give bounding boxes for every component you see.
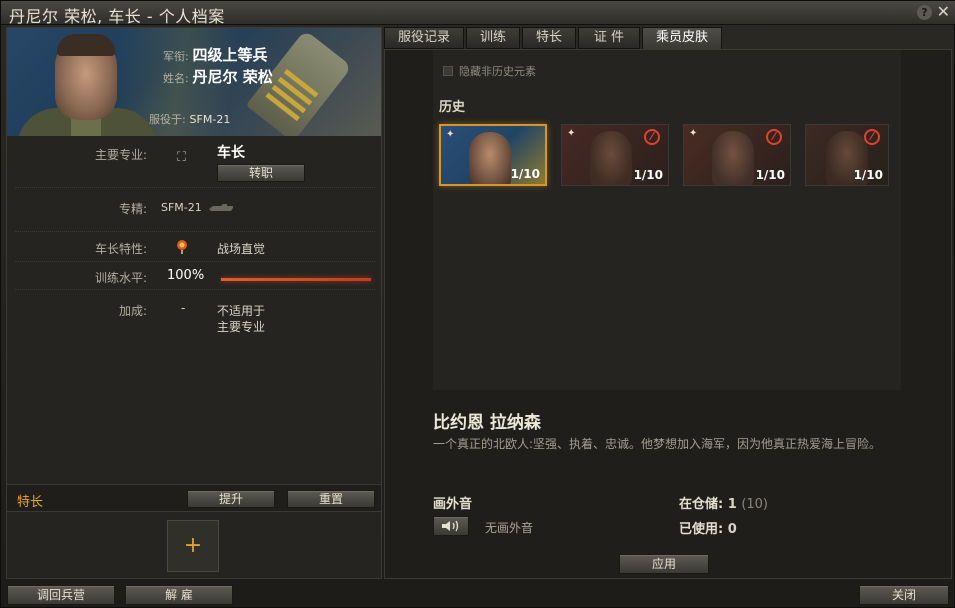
retrain-button[interactable]: 转职 bbox=[217, 164, 305, 182]
training-row: 训练水平: 100% bbox=[15, 262, 375, 290]
reset-perks-button[interactable]: 重置 bbox=[287, 490, 375, 508]
rank-label: 军衔: bbox=[163, 50, 189, 63]
specialty-row: 主要专业: ⛶ 车长 转职 bbox=[15, 138, 375, 188]
in-storage-total: (10) bbox=[741, 497, 768, 512]
voiceover-play-button[interactable] bbox=[433, 516, 469, 536]
used-row: 已使用: 0 bbox=[679, 518, 737, 537]
trait-value: 战场直觉 bbox=[217, 242, 266, 256]
bonus-note-line2: 主要专业 bbox=[217, 320, 266, 334]
bonus-row: 加成: - 不适用于 主要专业 bbox=[15, 294, 375, 354]
skin-card[interactable]: ⁄ 1/10 bbox=[805, 124, 889, 186]
add-perk-slot[interactable]: + bbox=[167, 520, 219, 572]
selected-skin-name: 比约恩 拉纳森 bbox=[433, 413, 541, 433]
crew-info-panel: 军衔: 四级上等兵 姓名: 丹尼尔 荣松 服役于: SFM-21 主要专业: ⛶… bbox=[6, 27, 382, 579]
rank-value: 四级上等兵 bbox=[192, 46, 268, 64]
skin-card[interactable]: ✦ ⁄ 1/10 bbox=[683, 124, 791, 186]
crew-portrait-banner: 军衔: 四级上等兵 姓名: 丹尼尔 荣松 服役于: SFM-21 bbox=[7, 28, 381, 136]
skin-count: 1/10 bbox=[853, 168, 883, 182]
skin-portrait bbox=[590, 131, 632, 185]
tab-crew-skins[interactable]: 乘员皮肤 bbox=[642, 27, 722, 49]
trait-row: 车长特性: 战场直觉 bbox=[15, 232, 375, 262]
name-value: 丹尼尔 荣松 bbox=[192, 68, 273, 86]
skin-card[interactable]: ✦ ⁄ 1/10 bbox=[561, 124, 669, 186]
skin-portrait bbox=[712, 131, 754, 185]
help-icon[interactable]: ? bbox=[917, 5, 932, 20]
tank-icon bbox=[207, 202, 235, 212]
crew-skins-panel: 隐藏非历史元素 历史 ✦ 1/10 ✦ ⁄ 1/10 ✦ ⁄ 1/10 ⁄ 1/… bbox=[384, 49, 952, 579]
skin-count: 1/10 bbox=[633, 168, 663, 182]
binoculars-icon: ⛶ bbox=[177, 150, 187, 165]
name-label: 姓名: bbox=[163, 72, 189, 85]
voiceover-value: 无画外音 bbox=[485, 521, 534, 535]
pin-icon: ✦ bbox=[567, 128, 576, 139]
bonus-value: - bbox=[181, 301, 186, 315]
vehicle-row: 专精: SFM-21 bbox=[15, 188, 375, 232]
footer-bar: 调回兵营 解 雇 关闭 bbox=[1, 581, 955, 608]
in-storage-value: 1 bbox=[727, 497, 737, 512]
used-label: 已使用: bbox=[679, 522, 724, 537]
hide-nonhistorical-checkbox[interactable] bbox=[443, 66, 453, 76]
apply-button[interactable]: 应用 bbox=[619, 554, 709, 574]
historical-section-label: 历史 bbox=[439, 100, 466, 115]
skin-count: 1/10 bbox=[510, 167, 540, 181]
dismiss-button[interactable]: 解 雇 bbox=[125, 585, 233, 605]
raise-perk-button[interactable]: 提升 bbox=[187, 490, 275, 508]
in-storage-row: 在仓储: 1 (10) bbox=[679, 493, 768, 512]
pin-icon: ✦ bbox=[689, 128, 698, 139]
specialty-value: 车长 bbox=[217, 145, 245, 161]
tab-documents[interactable]: 证 件 bbox=[578, 27, 640, 49]
bonus-note-line1: 不适用于 bbox=[217, 304, 266, 318]
locked-icon: ⁄ bbox=[766, 129, 782, 145]
locked-icon: ⁄ bbox=[644, 129, 660, 145]
skins-list-area bbox=[433, 50, 901, 390]
sixth-sense-icon[interactable] bbox=[175, 239, 189, 255]
in-storage-label: 在仓储: bbox=[679, 497, 724, 512]
tab-training[interactable]: 训练 bbox=[466, 27, 520, 49]
voiceover-label: 画外音 bbox=[433, 497, 473, 512]
window-title: 丹尼尔 荣松, 车长 - 个人档案 bbox=[9, 7, 225, 26]
speaker-icon bbox=[442, 520, 459, 532]
specialty-label: 主要专业: bbox=[94, 148, 147, 162]
personal-file-window: 丹尼尔 荣松, 车长 - 个人档案 ? ✕ 军衔: 四级上等兵 姓名: 丹尼尔 … bbox=[0, 0, 955, 608]
hide-nonhistorical-label: 隐藏非历史元素 bbox=[459, 65, 536, 78]
training-progress-bar bbox=[221, 278, 371, 281]
selected-skin-description: 一个真正的北欧人:坚强、执着、忠诚。他梦想加入海军，因为他真正热爱海上冒险。 bbox=[433, 437, 882, 451]
serving-label: 服役于: bbox=[149, 113, 186, 126]
vehicle-value: SFM-21 bbox=[161, 201, 202, 214]
tab-bar: 服役记录 训练 特长 证 件 乘员皮肤 bbox=[384, 27, 952, 49]
perks-label: 特长 bbox=[17, 495, 44, 510]
bonus-label: 加成: bbox=[118, 304, 147, 318]
skin-card[interactable]: ✦ 1/10 bbox=[439, 124, 547, 186]
return-to-barracks-button[interactable]: 调回兵营 bbox=[7, 585, 115, 605]
close-button[interactable]: 关闭 bbox=[859, 585, 949, 605]
skin-count: 1/10 bbox=[755, 168, 785, 182]
vehicle-label: 专精: bbox=[118, 202, 147, 216]
title-bar: 丹尼尔 荣松, 车长 - 个人档案 ? ✕ bbox=[1, 1, 955, 26]
close-icon[interactable]: ✕ bbox=[937, 2, 950, 21]
tab-service-record[interactable]: 服役记录 bbox=[384, 27, 464, 49]
pin-icon: ✦ bbox=[446, 129, 455, 140]
serving-value: SFM-21 bbox=[189, 113, 231, 126]
skin-portrait bbox=[469, 132, 511, 184]
used-value: 0 bbox=[727, 522, 737, 537]
perks-header: 特长 提升 重置 bbox=[7, 484, 381, 512]
trait-label: 车长特性: bbox=[94, 242, 147, 256]
training-label: 训练水平: bbox=[94, 271, 147, 285]
training-value: 100% bbox=[167, 268, 205, 283]
locked-icon: ⁄ bbox=[864, 129, 880, 145]
tab-perks[interactable]: 特长 bbox=[522, 27, 576, 49]
